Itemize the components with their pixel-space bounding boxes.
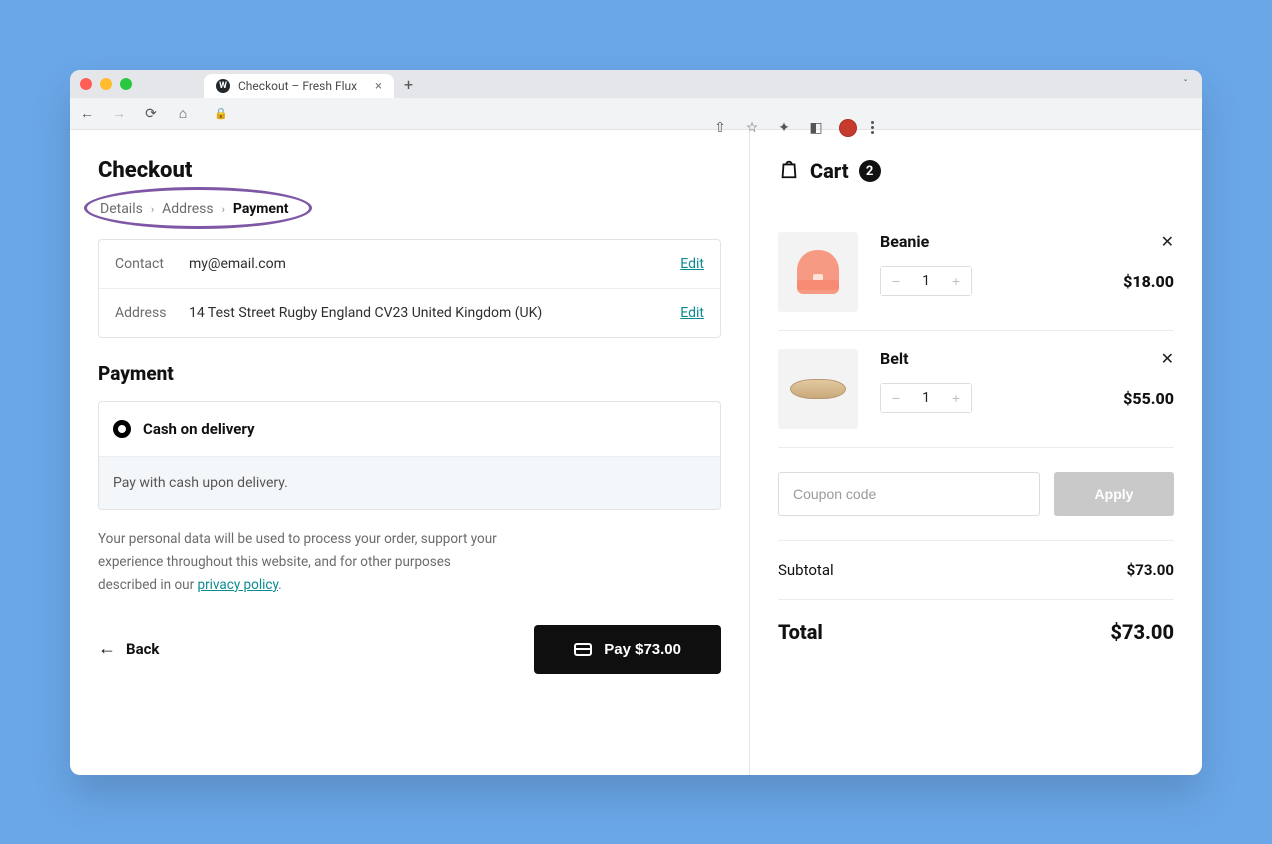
browser-tab[interactable]: W Checkout – Fresh Flux × [204,74,394,98]
subtotal-value: $73.00 [1127,561,1174,579]
tabs-overflow-icon[interactable]: ˇ [1183,78,1188,91]
cart-item: Belt ✕ − 1 + $55.00 [778,331,1174,448]
qty-increase-button[interactable]: + [941,267,971,295]
qty-decrease-button[interactable]: − [881,267,911,295]
remove-item-button[interactable]: ✕ [1161,349,1174,369]
back-label: Back [126,640,159,658]
summary-value: my@email.com [189,256,680,272]
order-summary: Contact my@email.com Edit Address 14 Tes… [98,239,721,338]
breadcrumb-step-address[interactable]: Address [162,201,213,217]
quantity-stepper: − 1 + [880,266,972,296]
page-content: Checkout Details › Address › Payment Con… [70,130,1202,775]
chevron-right-icon: › [222,203,225,216]
privacy-policy-link[interactable]: privacy policy [198,577,279,593]
window-minimize-icon[interactable] [100,78,112,90]
new-tab-icon[interactable]: + [404,75,413,94]
subtotal-row: Subtotal $73.00 [778,541,1174,600]
total-label: Total [778,620,823,644]
qty-value: 1 [911,273,941,289]
summary-label: Address [115,305,189,321]
back-button[interactable]: ← Back [98,640,159,658]
subtotal-label: Subtotal [778,561,834,579]
browser-window: W Checkout – Fresh Flux × + ˇ ← → ⟳ ⌂ 🔒 … [70,70,1202,775]
edit-address-link[interactable]: Edit [680,305,704,321]
cart-header: Cart 2 [778,158,1174,184]
payment-option-description: Pay with cash upon delivery. [99,456,720,509]
credit-card-icon [574,643,592,656]
nav-back-icon[interactable]: ← [78,105,96,122]
qty-increase-button[interactable]: + [941,384,971,412]
beanie-icon [797,250,839,294]
nav-reload-icon[interactable]: ⟳ [142,106,160,122]
pay-button[interactable]: Pay $73.00 [534,625,721,674]
cart-panel: Cart 2 Beanie ✕ − 1 + [750,130,1202,775]
tab-strip: W Checkout – Fresh Flux × + ˇ [70,70,1202,98]
nav-forward-icon[interactable]: → [110,105,128,122]
tab-title: Checkout – Fresh Flux [238,79,357,93]
summary-value: 14 Test Street Rugby England CV23 United… [189,305,680,321]
privacy-text: . [278,577,282,593]
payment-heading: Payment [98,362,721,385]
privacy-notice: Your personal data will be used to proce… [98,528,498,597]
checkout-panel: Checkout Details › Address › Payment Con… [70,130,750,775]
payment-option-label: Cash on delivery [143,420,255,438]
summary-row-contact: Contact my@email.com Edit [99,240,720,288]
cart-item-name: Belt [880,349,909,368]
total-value: $73.00 [1110,620,1174,644]
lock-icon: 🔒 [214,107,228,120]
browser-toolbar: ← → ⟳ ⌂ 🔒 ⇧ ☆ ✦ ◧ [70,98,1202,130]
cart-item-price: $18.00 [1123,272,1174,291]
window-close-icon[interactable] [80,78,92,90]
product-thumbnail [778,232,858,312]
summary-label: Contact [115,256,189,272]
shopping-bag-icon [778,158,800,184]
page-title: Checkout [98,158,721,183]
address-bar[interactable]: 🔒 [206,107,669,120]
edit-contact-link[interactable]: Edit [680,256,704,272]
quantity-stepper: − 1 + [880,383,972,413]
breadcrumb-step-details[interactable]: Details [100,201,143,217]
qty-decrease-button[interactable]: − [881,384,911,412]
qty-value: 1 [911,390,941,406]
checkout-actions: ← Back Pay $73.00 [98,625,721,674]
chevron-right-icon: › [151,203,154,216]
payment-option-cod[interactable]: Cash on delivery [99,402,720,456]
breadcrumb: Details › Address › Payment [98,197,721,221]
window-zoom-icon[interactable] [120,78,132,90]
product-thumbnail [778,349,858,429]
nav-home-icon[interactable]: ⌂ [174,105,192,122]
total-row: Total $73.00 [778,600,1174,664]
cart-title: Cart [810,159,849,183]
coupon-input[interactable] [778,472,1040,516]
wordpress-favicon-icon: W [216,79,230,93]
tab-close-icon[interactable]: × [375,79,382,94]
cart-item: Beanie ✕ − 1 + $18.00 [778,214,1174,331]
coupon-row: Apply [778,448,1174,541]
cart-count-badge: 2 [859,160,881,182]
radio-selected-icon [113,420,131,438]
cart-item-price: $55.00 [1123,389,1174,408]
remove-item-button[interactable]: ✕ [1161,232,1174,252]
window-traffic-lights [80,78,132,90]
payment-method-box: Cash on delivery Pay with cash upon deli… [98,401,721,510]
apply-coupon-button[interactable]: Apply [1054,472,1174,516]
belt-icon [790,379,846,399]
breadcrumb-step-payment: Payment [233,201,289,217]
summary-row-address: Address 14 Test Street Rugby England CV2… [99,288,720,337]
privacy-text: Your personal data will be used to proce… [98,531,497,593]
pay-button-label: Pay $73.00 [604,641,681,658]
arrow-left-icon: ← [98,640,116,658]
cart-item-name: Beanie [880,232,929,251]
